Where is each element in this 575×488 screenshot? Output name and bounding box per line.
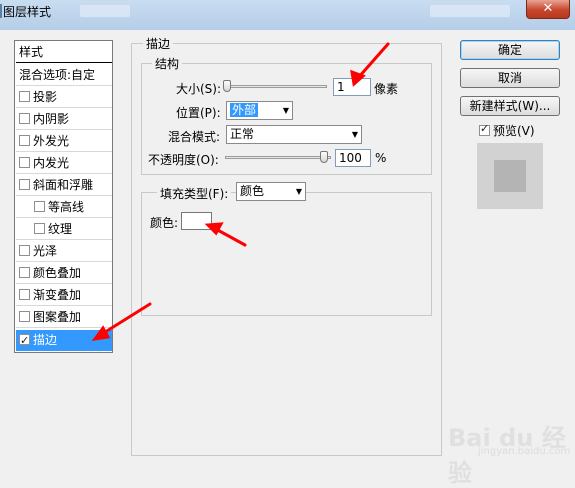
arrow-to-stroke-item xyxy=(100,302,152,336)
arrow-to-size-input xyxy=(356,42,390,80)
annotation-arrows xyxy=(91,42,390,342)
arrow-head-stroke xyxy=(91,325,111,342)
